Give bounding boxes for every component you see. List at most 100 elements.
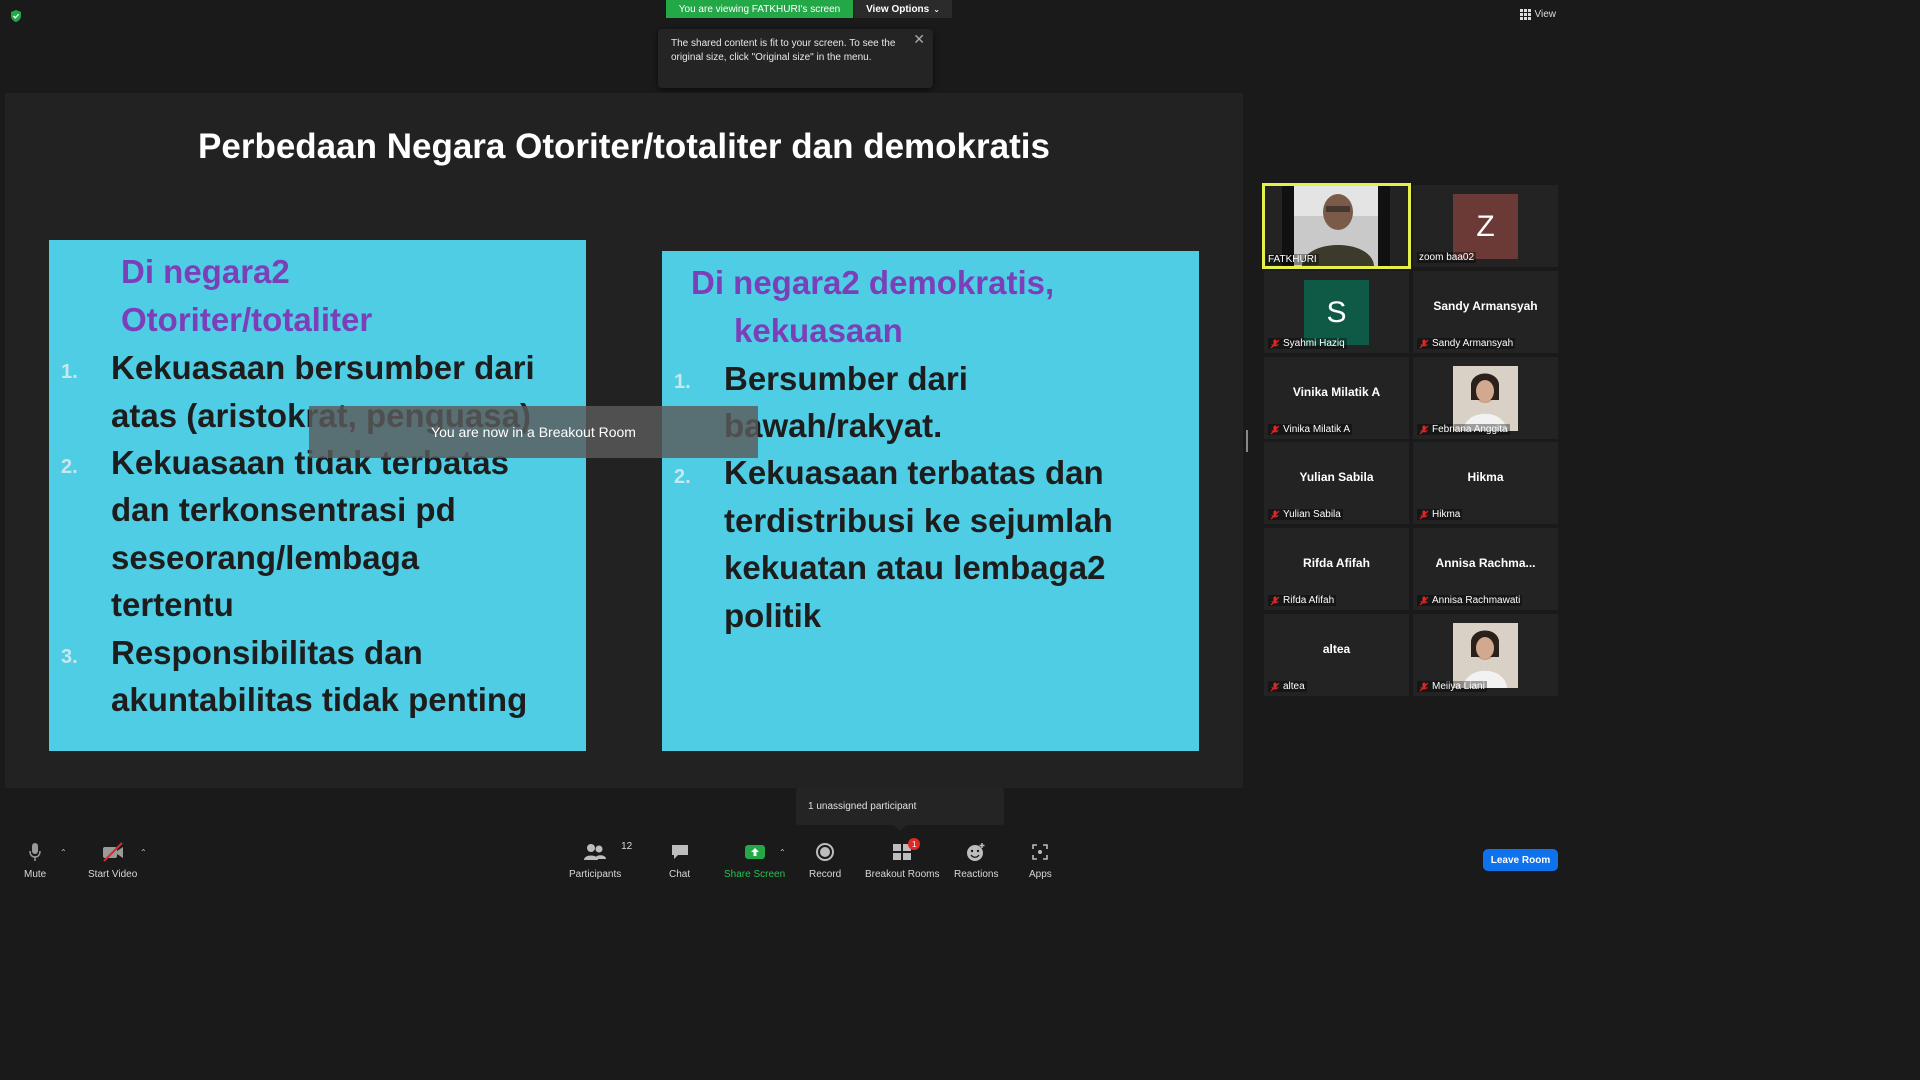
share-options-caret[interactable]: ⌃ [779,848,786,857]
participant-name-label: zoom baa02 [1417,252,1477,263]
apps-label: Apps [1029,869,1052,880]
participant-name: Yulian Sabila [1283,509,1341,520]
mic-muted-icon [1270,510,1280,519]
participant-name: Annisa Rachmawati [1432,595,1521,606]
slide-title: Perbedaan Negara Otoriter/totaliter dan … [198,127,1050,166]
meeting-toolbar: Mute ⌃ Start Video ⌃ 12 Participants Cha… [0,835,1568,882]
box-heading-line2: kekuasaan [734,312,903,349]
participant-display-name: Hikma [1467,470,1504,484]
audio-options-caret[interactable]: ⌃ [60,848,67,857]
box-heading-line1: Di negara2 [121,253,290,290]
participant-display-name: Yulian Sabila [1299,470,1374,484]
zoom-meeting-window: You are viewing FATKHURI's screen View O… [0,0,1568,882]
participant-name-label: Annisa Rachmawati [1417,595,1523,606]
participant-tile[interactable]: S Syahmi Haziq [1264,271,1409,353]
participant-display-name: Sandy Armansyah [1433,299,1538,313]
participant-name-label: Yulian Sabila [1268,509,1343,520]
grid-view-icon [1519,9,1531,20]
record-icon [816,843,835,861]
mute-button[interactable]: Mute [24,841,46,880]
mic-muted-icon [1270,425,1280,434]
list-item-text: Kekuasaan bersumber dari [111,349,535,386]
mic-muted-icon [1270,339,1280,348]
participant-name-label: FATKHURI [1266,254,1319,265]
leave-room-button[interactable]: Leave Room [1483,849,1558,871]
mic-muted-icon [1270,682,1280,691]
mic-muted-icon [1419,510,1429,519]
list-item-text: akuntabilitas tidak penting [111,681,528,718]
list-item-text: Kekuasaan terbatas dan [724,454,1104,491]
participants-button[interactable]: 12 Participants [569,841,632,880]
apps-icon [1032,844,1049,860]
mic-muted-icon [1419,682,1429,691]
breakout-rooms-label: Breakout Rooms [865,869,940,880]
share-screen-button[interactable]: Share Screen [724,841,785,880]
breakout-rooms-button[interactable]: 1 Breakout Rooms [865,838,940,880]
view-options-label: View Options [866,3,930,15]
participant-tile[interactable]: Yulian Sabila Yulian Sabila [1264,442,1409,524]
breakout-room-notice: You are now in a Breakout Room [309,406,758,458]
chevron-down-icon: ⌄ [933,4,940,14]
participant-photo [1453,623,1518,688]
participant-tile[interactable]: Meiiya Liani [1413,614,1558,696]
participant-tile[interactable]: Annisa Rachma... Annisa Rachmawati [1413,528,1558,610]
participant-name-label: Febriana Anggita [1417,424,1510,435]
slide-box-authoritarian: Di negara2 Otoriter/totaliter 1. Kekuasa… [49,240,586,751]
avatar: Z [1453,194,1518,259]
participant-tile[interactable]: Rifda Afifah Rifda Afifah [1264,528,1409,610]
list-item-text: dan terkonsentrasi pd [111,491,456,528]
participant-tile[interactable]: altea altea [1264,614,1409,696]
participant-name-label: Hikma [1417,509,1463,520]
participant-tile[interactable]: Vinika Milatik A Vinika Milatik A [1264,357,1409,439]
reactions-button[interactable]: Reactions [954,841,998,880]
box-heading-line2: Otoriter/totaliter [121,301,373,338]
participant-name: zoom baa02 [1419,252,1475,263]
participant-display-name: altea [1322,642,1351,656]
start-video-button[interactable]: Start Video [88,841,137,880]
participant-name-label: Syahmi Haziq [1268,338,1347,349]
list-item-text: kekuatan atau lembaga2 [724,549,1106,586]
participant-name-label: altea [1268,681,1307,692]
video-off-icon [102,842,123,862]
list-number: 2. [61,456,78,478]
share-screen-label: Share Screen [724,869,786,880]
list-item-text: politik [724,597,822,634]
participant-tile[interactable]: Febriana Anggita [1413,357,1558,439]
unassigned-participant-popup: 1 unassigned participant [796,788,1004,831]
reactions-label: Reactions [954,869,999,880]
box-heading-line1: Di negara2 demokratis, [691,264,1055,301]
shield-icon[interactable] [9,9,23,23]
tooltip-text: The shared content is fit to your screen… [671,38,896,63]
apps-button[interactable]: Apps [1029,841,1052,880]
list-item-text: terdistribusi ke sejumlah [724,502,1113,539]
close-icon[interactable]: ✕ [913,32,925,46]
participant-tile[interactable]: Hikma Hikma [1413,442,1558,524]
avatar: S [1304,280,1369,345]
participant-name-label: Meiiya Liani [1417,681,1487,692]
list-item-text: Responsibilitas dan [111,634,423,671]
participant-tile[interactable]: Zzoom baa02 [1413,185,1558,267]
record-label: Record [809,869,842,880]
list-number: 1. [61,361,78,383]
participant-display-name: Vinika Milatik A [1292,385,1381,399]
participant-name: Hikma [1432,509,1461,520]
participant-tile[interactable]: Sandy Armansyah Sandy Armansyah [1413,271,1558,353]
participants-icon [584,844,607,860]
video-options-caret[interactable]: ⌃ [140,848,147,857]
participant-photo [1453,366,1518,431]
participant-name: Syahmi Haziq [1283,338,1345,349]
mute-label: Mute [24,869,47,880]
record-button[interactable]: Record [809,841,841,880]
view-button[interactable]: View [1519,9,1556,20]
resize-handle[interactable] [1246,430,1248,452]
chat-button[interactable]: Chat [669,841,690,880]
mic-muted-icon [1270,596,1280,605]
list-number: 1. [674,371,691,393]
participant-name-label: Sandy Armansyah [1417,338,1516,349]
view-options-button[interactable]: View Options ⌄ [854,0,952,18]
share-screen-icon [744,845,765,859]
participant-name: Meiiya Liani [1432,681,1485,692]
list-item-text: Bersumber dari [724,360,968,397]
participant-tile[interactable]: FATKHURI [1262,183,1411,269]
participant-count: 12 [621,841,633,852]
